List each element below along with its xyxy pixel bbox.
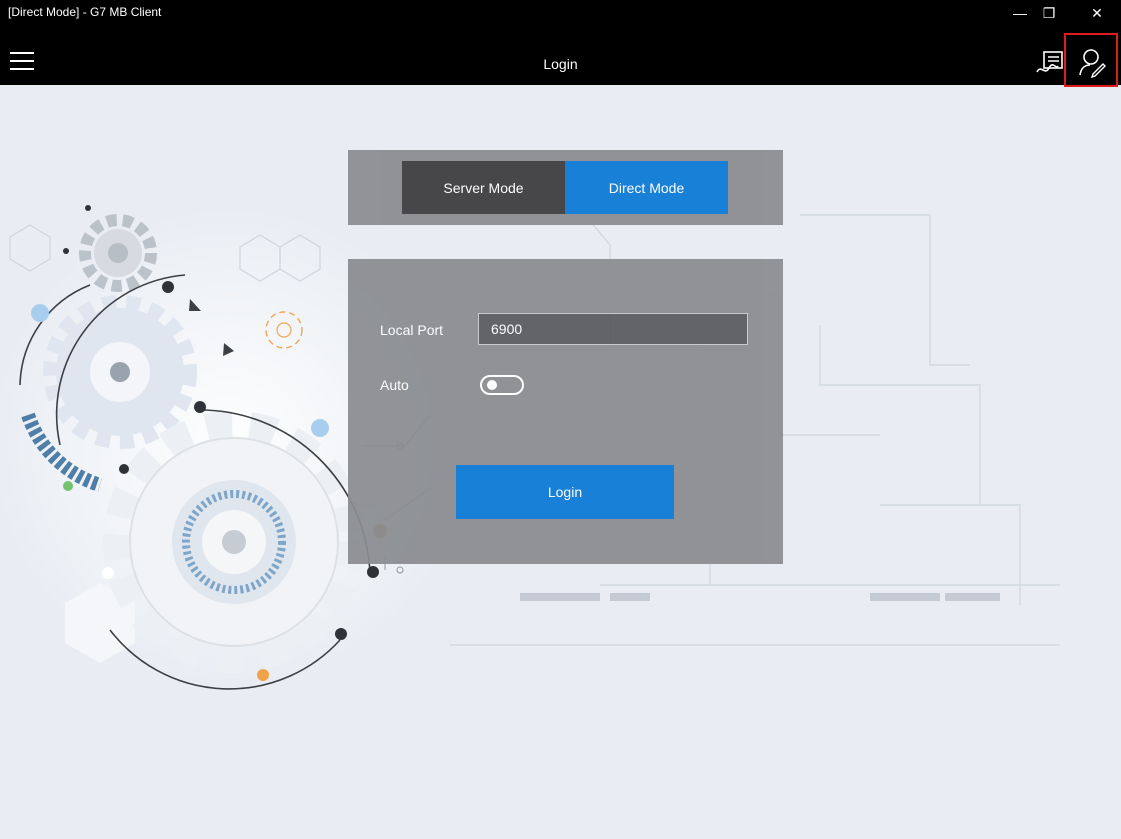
mode-switch-panel: Server Mode Direct Mode <box>348 150 783 225</box>
server-mode-tab[interactable]: Server Mode <box>402 161 565 214</box>
login-view: Server Mode Direct Mode Local Port Auto … <box>0 85 1121 839</box>
local-port-label: Local Port <box>380 322 444 338</box>
toggle-knob <box>487 380 497 390</box>
restore-button[interactable]: ❐ <box>1031 5 1067 22</box>
page-title: Login <box>543 56 578 72</box>
local-port-input[interactable] <box>478 313 748 345</box>
highlight-box <box>1064 33 1118 87</box>
auto-toggle[interactable] <box>480 375 524 395</box>
direct-mode-tab[interactable]: Direct Mode <box>565 161 728 214</box>
login-form-panel: Local Port Auto Login <box>348 259 783 564</box>
title-bar: [Direct Mode] - G7 MB Client — ❐ ✕ Login <box>0 0 1121 85</box>
auto-label: Auto <box>380 377 409 393</box>
close-button[interactable]: ✕ <box>1079 5 1115 22</box>
signature-icon[interactable] <box>1034 46 1066 78</box>
login-button[interactable]: Login <box>456 465 674 519</box>
window-title: [Direct Mode] - G7 MB Client <box>8 5 162 19</box>
